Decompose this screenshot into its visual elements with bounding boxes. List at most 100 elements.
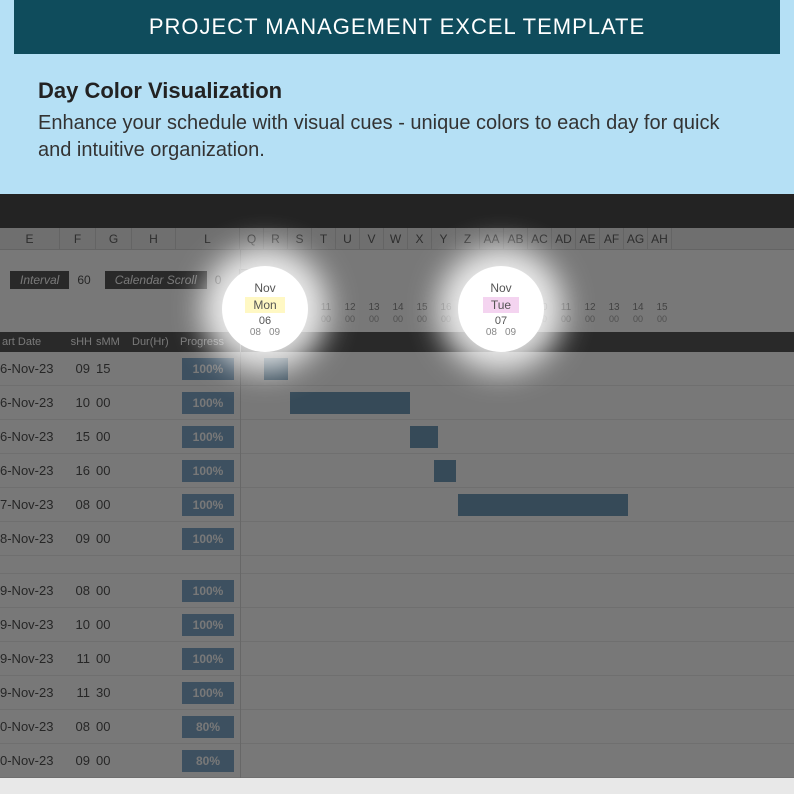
table-row[interactable]: 9-Nov-231130 100% [0, 676, 794, 710]
cell-shh[interactable]: 08 [60, 583, 96, 598]
excel-ribbon [0, 194, 794, 228]
cell-shh[interactable]: 09 [60, 361, 96, 376]
hour-label: 12 [338, 302, 362, 313]
cell-smm[interactable]: 15 [96, 361, 132, 376]
col-header[interactable]: T [312, 228, 336, 249]
cell-date[interactable]: 6-Nov-23 [0, 463, 60, 478]
cell-shh[interactable]: 09 [60, 531, 96, 546]
cell-date[interactable]: 6-Nov-23 [0, 395, 60, 410]
col-header[interactable]: H [132, 228, 176, 249]
table-row[interactable]: 6-Nov-231500 100% [0, 420, 794, 454]
col-header[interactable]: R [264, 228, 288, 249]
cell-progress[interactable]: 100% [182, 614, 234, 636]
cell-shh[interactable]: 10 [60, 617, 96, 632]
hour-label: 14 [626, 302, 650, 313]
cell-progress[interactable]: 100% [182, 392, 234, 414]
cell-smm[interactable]: 00 [96, 531, 132, 546]
table-row[interactable]: 6-Nov-230915 100% [0, 352, 794, 386]
cell-progress[interactable]: 100% [182, 648, 234, 670]
cell-date[interactable]: 9-Nov-23 [0, 583, 60, 598]
table-row[interactable]: 9-Nov-231000 100% [0, 608, 794, 642]
cell-date[interactable]: 7-Nov-23 [0, 497, 60, 512]
hour-label: 15 [650, 302, 674, 313]
col-header[interactable]: AE [576, 228, 600, 249]
min-label: 00 [314, 314, 338, 324]
col-header[interactable]: V [360, 228, 384, 249]
col-header[interactable]: X [408, 228, 432, 249]
cell-progress[interactable]: 100% [182, 460, 234, 482]
cell-smm[interactable]: 00 [96, 463, 132, 478]
col-header[interactable]: W [384, 228, 408, 249]
cell-progress[interactable]: 80% [182, 750, 234, 772]
gantt-bar[interactable] [290, 392, 410, 414]
cell-shh[interactable]: 10 [60, 395, 96, 410]
table-row[interactable]: 0-Nov-230800 80% [0, 710, 794, 744]
cell-date[interactable]: 6-Nov-23 [0, 429, 60, 444]
col-header[interactable]: Z [456, 228, 480, 249]
cell-progress[interactable]: 100% [182, 426, 234, 448]
cell-shh[interactable]: 11 [60, 685, 96, 700]
table-row[interactable]: 0-Nov-230900 80% [0, 744, 794, 778]
cell-smm[interactable]: 00 [96, 429, 132, 444]
scroll-label: Calendar Scroll [105, 271, 207, 289]
cell-date[interactable]: 9-Nov-23 [0, 651, 60, 666]
col-header[interactable]: AH [648, 228, 672, 249]
header-title: PROJECT MANAGEMENT EXCEL TEMPLATE [149, 14, 645, 39]
col-header[interactable]: AG [624, 228, 648, 249]
gantt-bar[interactable] [264, 358, 288, 380]
cell-date[interactable]: 9-Nov-23 [0, 617, 60, 632]
cell-smm[interactable]: 00 [96, 753, 132, 768]
cell-shh[interactable]: 08 [60, 719, 96, 734]
col-header[interactable]: S [288, 228, 312, 249]
cell-progress[interactable]: 100% [182, 494, 234, 516]
table-row[interactable]: 6-Nov-231600 100% [0, 454, 794, 488]
col-header[interactable]: Q [240, 228, 264, 249]
col-header[interactable]: E [0, 228, 60, 249]
col-header[interactable]: F [60, 228, 96, 249]
min-label: 00 [410, 314, 434, 324]
cell-smm[interactable]: 00 [96, 651, 132, 666]
cell-date[interactable]: 0-Nov-23 [0, 719, 60, 734]
cell-progress[interactable]: 100% [182, 528, 234, 550]
cell-smm[interactable]: 00 [96, 583, 132, 598]
cell-smm[interactable]: 30 [96, 685, 132, 700]
col-header[interactable]: U [336, 228, 360, 249]
cell-date[interactable]: 8-Nov-23 [0, 531, 60, 546]
table-row[interactable]: 7-Nov-230800 100% [0, 488, 794, 522]
table-row[interactable]: 6-Nov-231000 100% [0, 386, 794, 420]
gantt-bar[interactable] [410, 426, 438, 448]
spotlight-monday: Nov Mon 06 0809 [222, 266, 308, 352]
cell-date[interactable]: 0-Nov-23 [0, 753, 60, 768]
cell-shh[interactable]: 08 [60, 497, 96, 512]
timeline-header: 10 11 12 13 14 15 16 17 10 11 12 13 14 1… [0, 296, 794, 332]
cell-progress[interactable]: 100% [182, 358, 234, 380]
cell-smm[interactable]: 00 [96, 719, 132, 734]
cell-progress[interactable]: 80% [182, 716, 234, 738]
cell-date[interactable]: 9-Nov-23 [0, 685, 60, 700]
col-header[interactable]: AA [480, 228, 504, 249]
col-header[interactable]: AC [528, 228, 552, 249]
col-header[interactable]: AD [552, 228, 576, 249]
col-header[interactable]: AF [600, 228, 624, 249]
gantt-bar[interactable] [434, 460, 456, 482]
cell-shh[interactable]: 16 [60, 463, 96, 478]
cell-smm[interactable]: 00 [96, 497, 132, 512]
col-header[interactable]: L [176, 228, 240, 249]
cell-shh[interactable]: 15 [60, 429, 96, 444]
cell-progress[interactable]: 100% [182, 580, 234, 602]
cell-shh[interactable]: 09 [60, 753, 96, 768]
table-row[interactable]: 8-Nov-230900 100% [0, 522, 794, 556]
table-row[interactable]: 9-Nov-231100 100% [0, 642, 794, 676]
col-header[interactable]: G [96, 228, 132, 249]
cell-smm[interactable]: 00 [96, 395, 132, 410]
cell-date[interactable]: 6-Nov-23 [0, 361, 60, 376]
col-header[interactable]: AB [504, 228, 528, 249]
cell-shh[interactable]: 11 [60, 651, 96, 666]
min-label: 00 [626, 314, 650, 324]
cell-smm[interactable]: 00 [96, 617, 132, 632]
interval-value[interactable]: 60 [73, 273, 100, 287]
table-row[interactable]: 9-Nov-230800 100% [0, 574, 794, 608]
col-header[interactable]: Y [432, 228, 456, 249]
gantt-bar[interactable] [458, 494, 628, 516]
cell-progress[interactable]: 100% [182, 682, 234, 704]
